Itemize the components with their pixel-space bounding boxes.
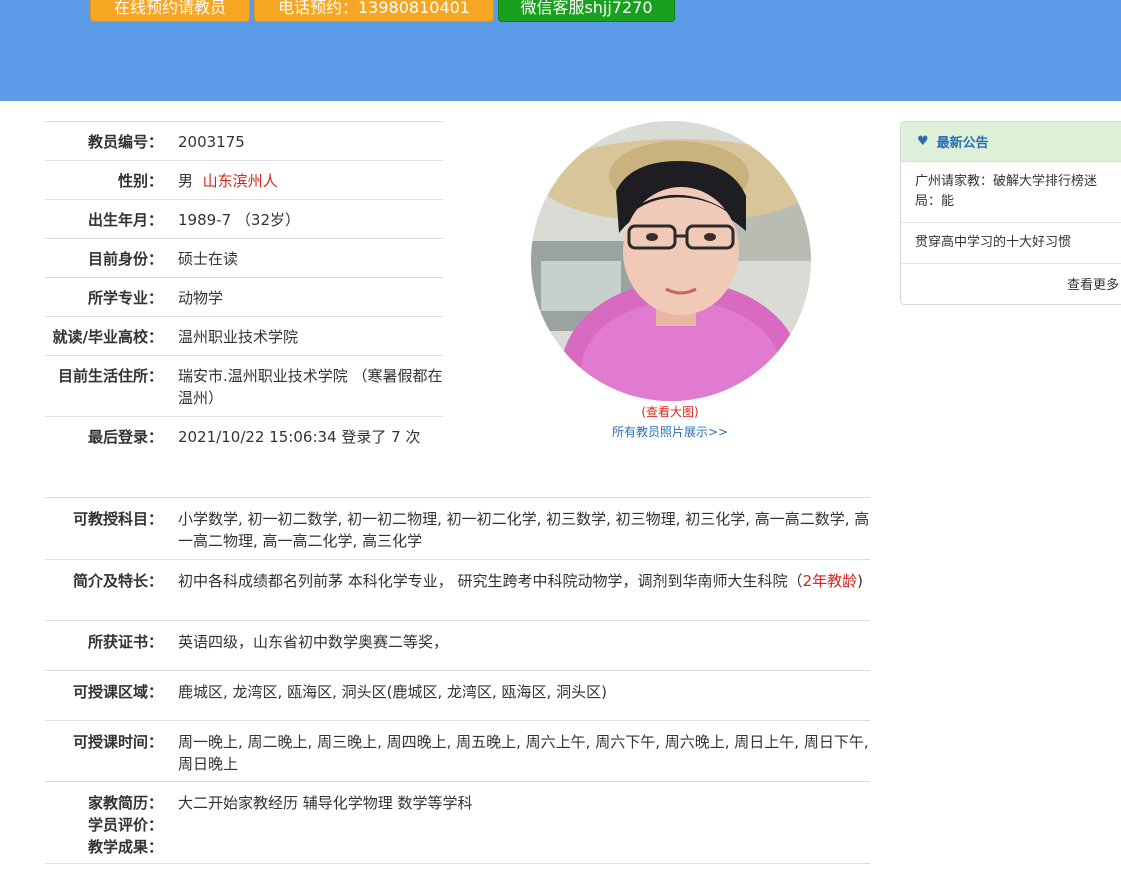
notice-header: ♥ 最新公告 (901, 122, 1121, 162)
intro-text: 初中各科成绩都名列前茅 本科化学专业， 研究生跨考中科院动物学，调剂到华南师大生… (178, 572, 788, 590)
info-row-last-login: 最后登录： 2021/10/22 15:06:34 登录了 7 次 (45, 417, 443, 497)
info-row-birth: 出生年月： 1989-7 （32岁） (45, 200, 443, 239)
detail-row-certs: 所获证书： 英语四级，山东省初中数学奥赛二等奖， (45, 621, 870, 671)
last-login: 2021/10/22 15:06:34 登录了 7 次 (178, 428, 421, 446)
teacher-info-table: 教员编号： 2003175 性别： 男 山东滨州人 出生年月： 1989-7 （… (45, 121, 443, 497)
photo-links: (查看大图) 所有教员照片展示>> (560, 402, 780, 442)
view-more-link[interactable]: 查看更多 (901, 264, 1121, 293)
hometown: 山东滨州人 (202, 172, 278, 190)
detail-row-areas: 可授课区域： 鹿城区, 龙湾区, 瓯海区, 洞头区(鹿城区, 龙湾区, 瓯海区,… (45, 671, 870, 721)
residence: 瑞安市.温州职业技术学院 （寒暑假都在温州） (178, 367, 443, 407)
detail-label: 所获证书： (87, 633, 163, 651)
history-label: 家教简历： (87, 794, 163, 812)
info-label: 性别： (117, 172, 163, 190)
school: 温州职业技术学院 (178, 328, 299, 346)
heart-icon: ♥ (917, 134, 929, 149)
info-label: 出生年月： (87, 211, 163, 229)
teacher-portrait-image (531, 121, 811, 401)
info-value: 男 山东滨州人 (178, 170, 443, 199)
info-row-residence: 目前生活住所： 瑞安市.温州职业技术学院 （寒暑假都在温州） (45, 356, 443, 417)
detail-label: 家教简历： 学员评价： 教学成果： (45, 792, 178, 863)
current-status: 硕士在读 (178, 250, 239, 268)
online-booking-button[interactable]: 在线预约请教员 (90, 0, 250, 22)
all-teacher-photos-link[interactable]: 所有教员照片展示>> (560, 422, 780, 442)
teacher-photo[interactable] (531, 121, 811, 401)
wechat-service-button[interactable]: 微信客服shjj7270 (498, 0, 675, 22)
subjects-value: 小学数学, 初一初二数学, 初一初二物理, 初一初二化学, 初三数学, 初三物理… (178, 510, 870, 550)
review-label: 学员评价： (87, 816, 163, 834)
gender: 男 (178, 172, 194, 190)
info-label: 最后登录： (87, 428, 163, 446)
detail-label: 可授课时间： (72, 733, 163, 751)
notice-item[interactable]: 广州请家教：破解大学排行榜迷局：能 (901, 162, 1121, 223)
info-label: 目前生活住所： (57, 367, 163, 385)
notice-title: 最新公告 (936, 136, 989, 151)
info-label: 教员编号： (87, 133, 163, 151)
birth-date: 1989-7 （32岁） (178, 211, 300, 229)
history-value: 大二开始家教经历 辅导化学物理 数学等学科 (178, 794, 473, 812)
info-row-status: 目前身份： 硕士在读 (45, 239, 443, 278)
detail-row-times: 可授课时间： 周一晚上, 周二晚上, 周三晚上, 周四晚上, 周五晚上, 周六上… (45, 721, 870, 782)
intro-close-bracket: ) (857, 572, 863, 590)
detail-row-intro: 简介及特长： 初中各科成绩都名列前茅 本科化学专业， 研究生跨考中科院动物学，调… (45, 560, 870, 621)
info-row-gender: 性别： 男 山东滨州人 (45, 161, 443, 200)
intro-value: 初中各科成绩都名列前茅 本科化学专业， 研究生跨考中科院动物学，调剂到华南师大生… (178, 570, 870, 620)
notice-panel: ♥ 最新公告 广州请家教：破解大学排行榜迷局：能 贯穿高中学习的十大好习惯 查看… (900, 121, 1121, 305)
major: 动物学 (178, 289, 224, 307)
top-banner: 在线预约请教员 电话预约：13980810401 微信客服shjj7270 (0, 0, 1121, 101)
info-label: 所学专业： (87, 289, 163, 307)
phone-booking-button[interactable]: 电话预约：13980810401 (254, 0, 494, 22)
teacher-id: 2003175 (178, 133, 245, 151)
certs-value: 英语四级，山东省初中数学奥赛二等奖， (178, 633, 449, 651)
view-large-photo-link[interactable]: (查看大图) (560, 402, 780, 422)
info-row-id: 教员编号： 2003175 (45, 122, 443, 161)
teaching-years: 2年教龄 (802, 572, 858, 590)
detail-label: 可教授科目： (72, 510, 163, 528)
teacher-details-table: 可教授科目： 小学数学, 初一初二数学, 初一初二物理, 初一初二化学, 初三数… (45, 497, 870, 864)
detail-label: 简介及特长： (72, 572, 163, 590)
detail-row-subjects: 可教授科目： 小学数学, 初一初二数学, 初一初二物理, 初一初二化学, 初三数… (45, 498, 870, 560)
info-row-major: 所学专业： 动物学 (45, 278, 443, 317)
intro-open-bracket: （ (787, 572, 803, 590)
info-label: 就读/毕业高校： (52, 328, 163, 346)
notice-item[interactable]: 贯穿高中学习的十大好习惯 (901, 223, 1121, 264)
info-label: 目前身份： (87, 250, 163, 268)
detail-label: 可授课区域： (72, 683, 163, 701)
areas-value: 鹿城区, 龙湾区, 瓯海区, 洞头区(鹿城区, 龙湾区, 瓯海区, 洞头区) (178, 683, 607, 701)
results-label: 教学成果： (87, 838, 163, 856)
info-row-school: 就读/毕业高校： 温州职业技术学院 (45, 317, 443, 356)
detail-row-history: 家教简历： 学员评价： 教学成果： 大二开始家教经历 辅导化学物理 数学等学科 (45, 782, 870, 864)
times-value: 周一晚上, 周二晚上, 周三晚上, 周四晚上, 周五晚上, 周六上午, 周六下午… (178, 733, 869, 773)
